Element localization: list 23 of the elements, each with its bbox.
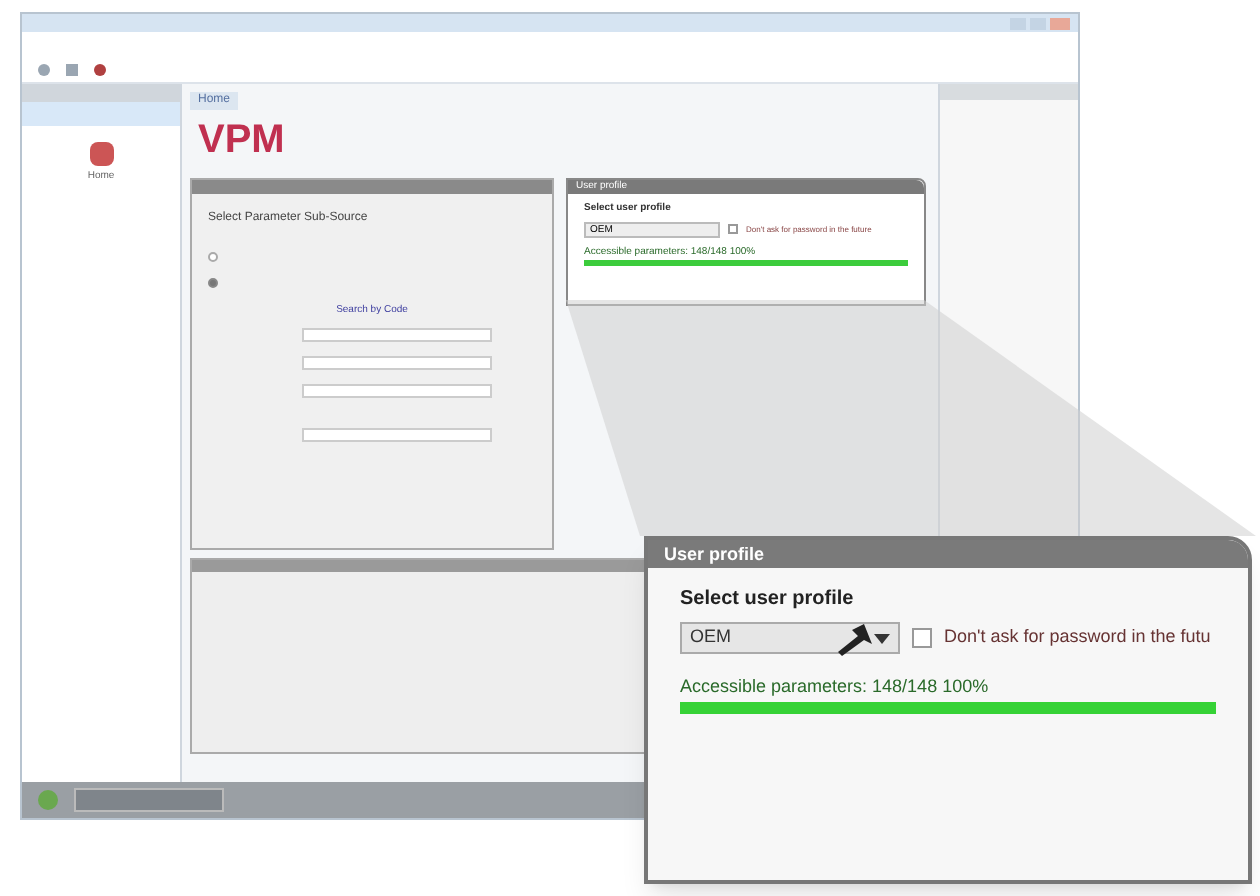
taskbar-app-button[interactable] — [74, 788, 224, 812]
settings-icon[interactable] — [94, 63, 106, 75]
checkbox-label: Don't ask for password in the futu — [944, 624, 1211, 651]
start-icon[interactable] — [38, 790, 58, 810]
app-logo: VPM — [196, 116, 287, 166]
panel-header: User profile — [648, 540, 1248, 568]
input-field[interactable] — [302, 355, 492, 369]
checkbox[interactable] — [912, 628, 932, 648]
minimize-icon[interactable] — [1010, 17, 1026, 29]
radio-button[interactable] — [208, 278, 218, 288]
radio-button[interactable] — [208, 252, 218, 262]
progress-reading: Accessible parameters: 148/148 100% — [678, 674, 991, 700]
dropdown[interactable] — [302, 427, 492, 441]
field-label: Select user profile — [678, 586, 856, 614]
dropdown[interactable] — [302, 327, 492, 341]
dropdown[interactable] — [302, 383, 492, 397]
profile-dropdown[interactable]: OEM — [680, 622, 900, 654]
mouse-cursor-icon — [836, 624, 872, 656]
dropdown-value: OEM — [690, 624, 732, 651]
maximize-icon[interactable] — [1030, 17, 1046, 29]
back-icon[interactable] — [38, 63, 50, 75]
checkbox[interactable] — [728, 224, 738, 234]
close-icon[interactable] — [1050, 17, 1070, 29]
